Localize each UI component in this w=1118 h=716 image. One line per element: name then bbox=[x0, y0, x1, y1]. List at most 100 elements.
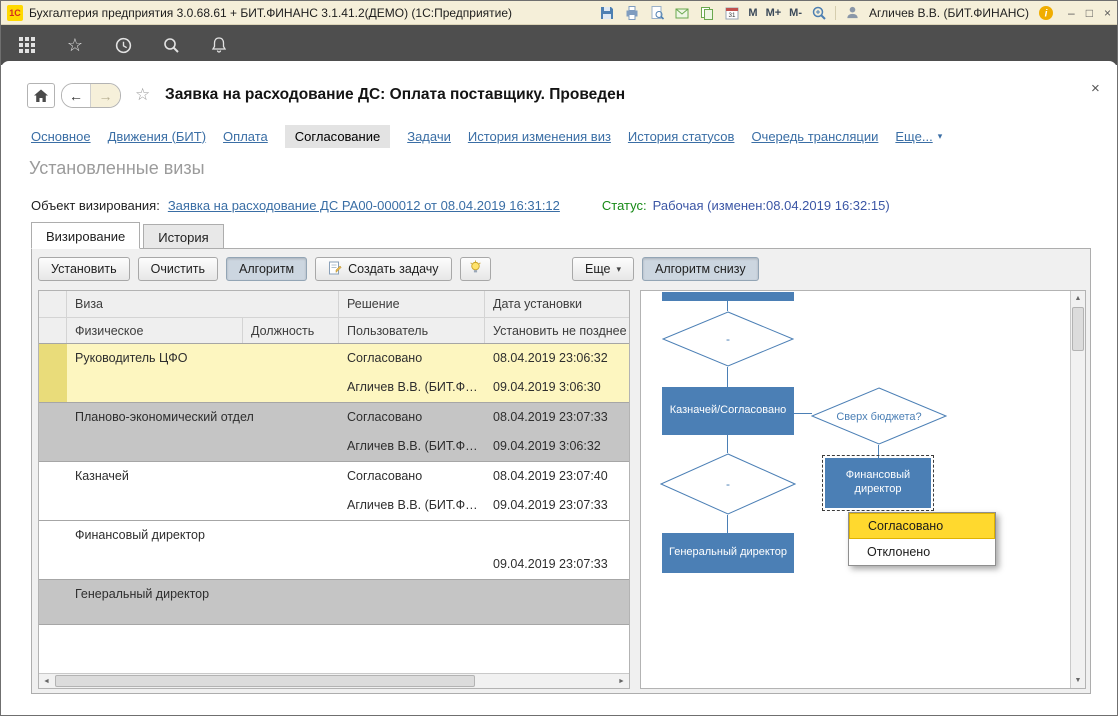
create-task-button[interactable]: Создать задачу bbox=[315, 257, 451, 281]
page-title: Заявка на расходование ДС: Оплата постав… bbox=[165, 86, 625, 104]
history-icon[interactable] bbox=[113, 35, 133, 55]
visa-deadline: 09.04.2019 3:06:30 bbox=[485, 373, 630, 402]
scrollbar-thumb[interactable] bbox=[1072, 307, 1084, 351]
flow-connector bbox=[727, 515, 728, 533]
home-button[interactable] bbox=[27, 83, 55, 108]
table-row-financial-director[interactable]: Финансовый директор 09.04.2019 23:07:33 bbox=[39, 521, 629, 580]
flow-connector bbox=[878, 445, 879, 458]
scrollbar-thumb[interactable] bbox=[55, 675, 475, 687]
clear-visa-button[interactable]: Очистить bbox=[138, 257, 218, 281]
table-header: Виза Решение Дата установки Физическое Д… bbox=[39, 291, 629, 344]
memory-m-button[interactable]: M bbox=[748, 7, 757, 19]
nav-status-history[interactable]: История статусов bbox=[628, 129, 735, 144]
minimize-button[interactable]: – bbox=[1068, 6, 1075, 20]
flow-node-treasurer-approved[interactable]: Казначей/Согласовано bbox=[662, 387, 794, 435]
calendar-icon[interactable]: 31 bbox=[723, 4, 740, 21]
flow-connector bbox=[727, 367, 728, 387]
visa-user: Агличев В.В. (БИТ.Ф… bbox=[339, 432, 485, 461]
app-window: 1С Бухгалтерия предприятия 3.0.68.61 + Б… bbox=[0, 0, 1118, 716]
horizontal-scrollbar[interactable]: ◄ ► bbox=[39, 673, 629, 688]
nav-main[interactable]: Основное bbox=[31, 129, 91, 144]
titlebar-separator bbox=[835, 6, 836, 20]
header-decision[interactable]: Решение bbox=[339, 291, 485, 317]
task-document-icon bbox=[328, 261, 342, 278]
flow-node-previous-partial[interactable] bbox=[662, 292, 794, 301]
flow-diamond-over-budget[interactable]: Сверх бюджета? bbox=[811, 387, 947, 445]
vertical-scrollbar[interactable]: ▲ ▼ bbox=[1070, 291, 1085, 688]
nav-movements-bit[interactable]: Движения (БИТ) bbox=[108, 129, 206, 144]
send-mail-icon[interactable] bbox=[673, 4, 690, 21]
nav-broadcast-queue[interactable]: Очередь трансляции bbox=[751, 129, 878, 144]
table-row-cfo-head[interactable]: Руководитель ЦФО Согласовано 08.04.2019 … bbox=[39, 344, 629, 403]
more-label: Еще bbox=[585, 262, 610, 276]
header-visa[interactable]: Виза bbox=[67, 291, 339, 317]
back-button[interactable]: ← bbox=[62, 84, 91, 107]
tab-visas[interactable]: Визирование bbox=[31, 222, 140, 249]
notifications-bell-icon[interactable] bbox=[209, 35, 229, 55]
visa-name: Генеральный директор bbox=[67, 580, 339, 624]
header-deadline[interactable]: Установить не позднее bbox=[485, 318, 630, 343]
scroll-left-icon[interactable]: ◄ bbox=[39, 674, 54, 688]
save-icon[interactable] bbox=[598, 4, 615, 21]
visa-name: Руководитель ЦФО bbox=[67, 344, 339, 373]
nav-visa-change-history[interactable]: История изменения виз bbox=[468, 129, 611, 144]
visa-decision: Согласовано bbox=[339, 403, 485, 432]
table-row-general-director[interactable]: Генеральный директор bbox=[39, 580, 629, 625]
header-person[interactable]: Физическое bbox=[67, 318, 243, 343]
nav-approval-active[interactable]: Согласование bbox=[285, 125, 390, 148]
object-link[interactable]: Заявка на расходование ДС РА00-000012 от… bbox=[168, 198, 560, 213]
forward-button[interactable]: → bbox=[91, 84, 120, 107]
visa-name: Финансовый директор bbox=[67, 521, 339, 550]
calendar-day-label: 31 bbox=[728, 12, 735, 19]
algorithm-bottom-button[interactable]: Алгоритм снизу bbox=[642, 257, 759, 281]
algorithm-button[interactable]: Алгоритм bbox=[226, 257, 307, 281]
zoom-icon[interactable] bbox=[810, 4, 827, 21]
visa-date-set: 08.04.2019 23:07:33 bbox=[485, 403, 630, 432]
decision-context-menu: Согласовано Отклонено bbox=[848, 512, 996, 566]
nav-tasks[interactable]: Задачи bbox=[407, 129, 451, 144]
menu-item-approved[interactable]: Согласовано bbox=[849, 513, 995, 539]
flow-node-financial-director-selected[interactable]: Финансовый директор bbox=[825, 458, 931, 508]
scroll-up-icon[interactable]: ▲ bbox=[1071, 291, 1085, 306]
scroll-down-icon[interactable]: ▼ bbox=[1071, 673, 1085, 688]
maximize-button[interactable]: □ bbox=[1086, 6, 1093, 20]
row-marker bbox=[39, 403, 67, 461]
header-position[interactable]: Должность bbox=[243, 318, 339, 343]
print-icon[interactable] bbox=[623, 4, 640, 21]
search-icon[interactable] bbox=[161, 35, 181, 55]
tab-history[interactable]: История bbox=[143, 224, 223, 249]
all-functions-grid-icon[interactable] bbox=[17, 35, 37, 55]
set-visa-button[interactable]: Установить bbox=[38, 257, 130, 281]
menu-item-rejected[interactable]: Отклонено bbox=[849, 539, 995, 565]
visa-tabs: Визирование История bbox=[31, 222, 227, 249]
close-form-icon[interactable]: × bbox=[1091, 80, 1100, 97]
header-date-set[interactable]: Дата установки bbox=[485, 291, 630, 317]
table-row-planning-dept[interactable]: Планово-экономический отдел Согласовано … bbox=[39, 403, 629, 462]
flow-node-general-director[interactable]: Генеральный директор bbox=[662, 533, 794, 573]
header-user[interactable]: Пользователь bbox=[339, 318, 485, 343]
flow-diamond-mid[interactable]: - bbox=[660, 453, 796, 515]
more-actions-button[interactable]: Еще ▾ bbox=[572, 257, 634, 281]
current-user[interactable]: Агличев В.В. (БИТ.ФИНАНС) bbox=[869, 6, 1029, 20]
documents-icon[interactable] bbox=[698, 4, 715, 21]
table-row-treasurer[interactable]: Казначей Согласовано 08.04.2019 23:07:40… bbox=[39, 462, 629, 521]
memory-m-minus-button[interactable]: M- bbox=[789, 7, 802, 19]
visa-user: Агличев В.В. (БИТ.Ф… bbox=[339, 491, 485, 520]
window-title: Бухгалтерия предприятия 3.0.68.61 + БИТ.… bbox=[29, 6, 512, 20]
info-icon[interactable]: i bbox=[1037, 4, 1054, 21]
flow-diamond-top[interactable]: - bbox=[662, 311, 794, 367]
scroll-right-icon[interactable]: ► bbox=[614, 674, 629, 688]
object-row: Объект визирования: Заявка на расходован… bbox=[31, 198, 890, 213]
add-to-favorites-star-icon[interactable]: ☆ bbox=[135, 85, 150, 105]
hint-bulb-button[interactable] bbox=[460, 257, 491, 281]
nav-more[interactable]: Еще... ▾ bbox=[895, 129, 942, 144]
visa-deadline: 09.04.2019 3:06:32 bbox=[485, 432, 630, 461]
object-label: Объект визирования: bbox=[31, 198, 160, 213]
nav-payment[interactable]: Оплата bbox=[223, 129, 268, 144]
close-window-button[interactable]: × bbox=[1104, 6, 1111, 20]
window-controls: – □ × bbox=[1068, 6, 1111, 20]
print-preview-icon[interactable] bbox=[648, 4, 665, 21]
flow-diamond-mid-label: - bbox=[726, 477, 730, 491]
memory-m-plus-button[interactable]: M+ bbox=[766, 7, 782, 19]
favorites-star-icon[interactable]: ☆ bbox=[65, 35, 85, 55]
